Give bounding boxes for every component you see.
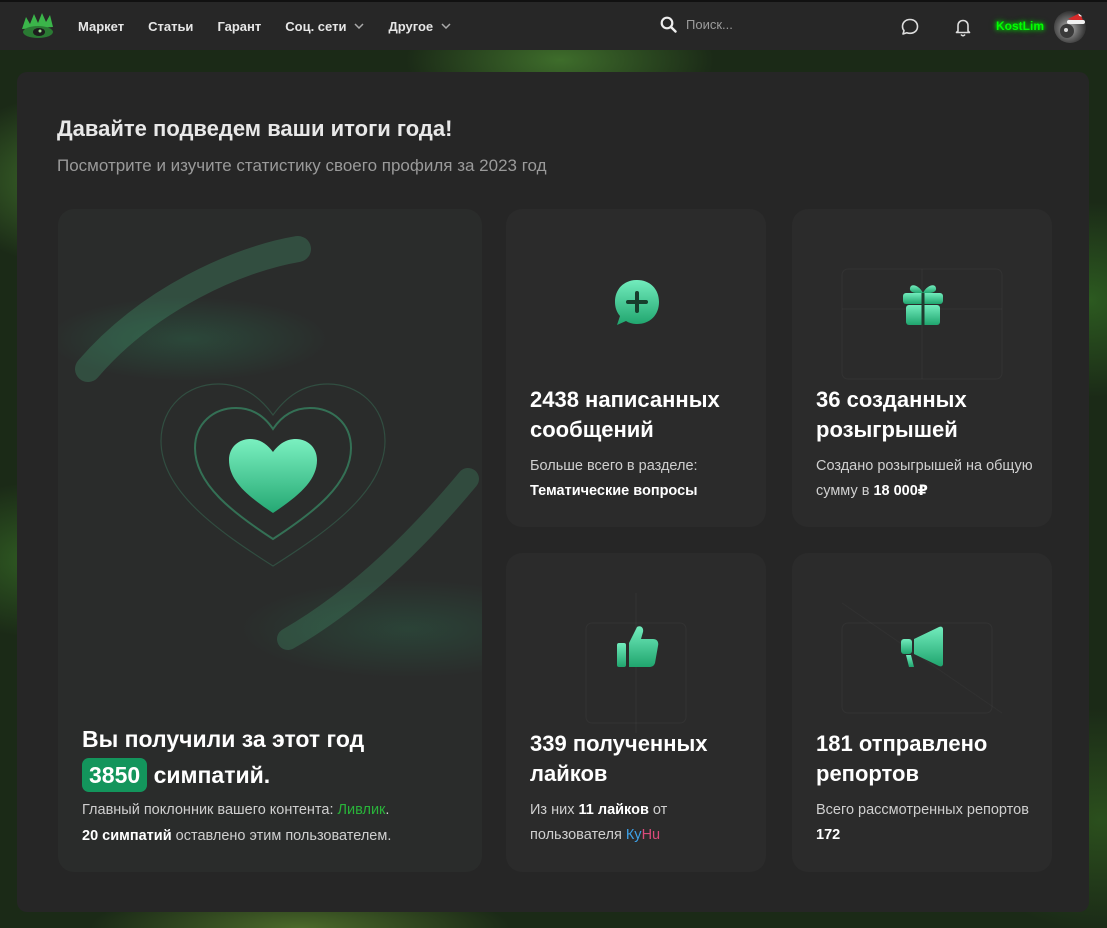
nav-item-market[interactable]: Маркет	[78, 19, 124, 34]
nav-item-label: Другое	[388, 18, 434, 34]
page-subtitle: Посмотрите и изучите статистику своего п…	[57, 156, 547, 175]
username-link[interactable]: KostLim	[996, 19, 1044, 33]
nav-item-label: Маркет	[78, 18, 125, 34]
santa-hat-icon	[1060, 11, 1085, 38]
top-navigation-bar: Маркет Статьи Гарант Соц. сети Другое По…	[0, 0, 1107, 50]
search-input[interactable]	[686, 17, 826, 32]
chevron-down-icon	[441, 23, 451, 29]
nav-item-label: Соц. сети	[285, 18, 347, 34]
page-title: Давайте подведем ваши итоги года!	[57, 116, 453, 141]
top-liker-user-link[interactable]: КуHu	[626, 827, 660, 843]
giveaways-title: 36 созданных розыгрышей	[816, 387, 967, 442]
nav-item-other[interactable]: Другое	[388, 19, 451, 34]
giveaways-total-amount: 18 000₽	[873, 483, 928, 499]
messages-card: 2438 написанных сообщений Больше всего в…	[506, 209, 766, 527]
messages-text: Больше всего в разделе: Тематические воп…	[530, 454, 760, 504]
search-icon[interactable]	[660, 16, 677, 33]
reports-text-prefix: Всего рассмотренных репортов	[816, 802, 1029, 818]
search-box[interactable]	[660, 16, 826, 33]
fan-count: 20 симпатий	[82, 828, 172, 844]
avatar[interactable]	[1054, 11, 1086, 43]
reports-title: 181 отправлено репортов	[816, 731, 988, 786]
bell-icon[interactable]	[953, 17, 973, 37]
reviewed-reports-count: 172	[816, 827, 841, 843]
gift-icon	[903, 285, 943, 325]
nav-item-label: Гарант	[217, 18, 262, 34]
sympathies-headline: Вы получили за этот год 3850 симпатий.	[82, 721, 462, 793]
likes-from-user-count: 11 лайков	[578, 802, 649, 818]
sympathies-count-badge: 3850	[82, 758, 148, 792]
top-section-name: Тематические вопросы	[530, 483, 698, 499]
giveaways-card: 36 созданных розыгрышей Создано розыгрыш…	[792, 209, 1052, 527]
site-logo-icon[interactable]	[20, 11, 56, 41]
nick-part: Hu	[641, 827, 661, 843]
received-likes-title: 339 полученных лайков	[530, 731, 708, 786]
nav-item-guarantor[interactable]: Гарант	[217, 19, 261, 34]
reports-text: Всего рассмотренных репортов 172	[816, 798, 1046, 848]
fan-prefix: Главный поклонник вашего контента:	[82, 802, 334, 818]
top-fan-user-link[interactable]: Ливлик	[338, 802, 386, 818]
received-likes-text: Из них 11 лайков от пользователя КуHu	[530, 798, 760, 848]
thumbs-up-icon	[617, 626, 659, 667]
main-nav: Маркет Статьи Гарант Соц. сети Другое	[78, 2, 475, 50]
nav-item-articles[interactable]: Статьи	[148, 19, 193, 34]
chevron-down-icon	[354, 23, 364, 29]
nav-item-social[interactable]: Соц. сети	[285, 19, 364, 34]
year-summary-panel: Давайте подведем ваши итоги года! Посмот…	[17, 72, 1089, 912]
messages-text-prefix: Больше всего в разделе:	[530, 458, 698, 474]
fan-count-suffix: оставлено этим пользователем.	[175, 828, 392, 844]
reports-card: 181 отправлено репортов Всего рассмотрен…	[792, 553, 1052, 872]
headline-text: Вы получили за этот год	[82, 726, 365, 752]
received-likes-card: 339 полученных лайков Из них 11 лайков о…	[506, 553, 766, 872]
headline-text: симпатий.	[153, 762, 271, 788]
fan-suffix: .	[385, 802, 390, 818]
likes-text-prefix: Из них	[530, 802, 575, 818]
giveaways-text: Создано розыгрышей на общую сумму в 18 0…	[816, 454, 1046, 504]
megaphone-icon	[901, 626, 943, 667]
add-message-icon	[615, 280, 659, 325]
nav-item-label: Статьи	[148, 18, 194, 34]
heart-icon	[160, 383, 386, 567]
received-sympathies-card: Вы получили за этот год 3850 симпатий. Г…	[58, 209, 482, 872]
top-fan-text: Главный поклонник вашего контента: Ливли…	[82, 797, 472, 849]
nick-part: Ку	[625, 827, 642, 843]
messages-title: 2438 написанных сообщений	[530, 387, 720, 442]
chat-icon[interactable]	[900, 17, 920, 37]
